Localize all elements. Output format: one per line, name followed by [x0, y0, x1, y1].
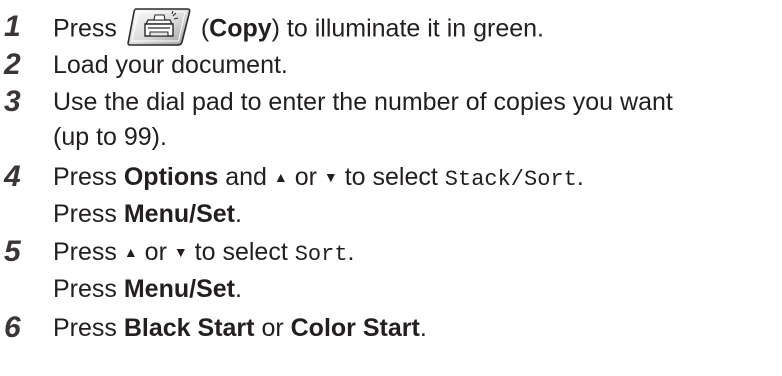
- lcd-text: Stack/Sort: [444, 167, 577, 192]
- down-arrow-icon: ▼: [173, 244, 188, 260]
- up-arrow-icon: ▲: [273, 169, 288, 185]
- step-text: Press (Copy) to illuminate it in green.: [53, 7, 544, 50]
- step-text: Load your document.: [53, 51, 288, 79]
- step-number: 4: [4, 160, 21, 193]
- step-text: Use the dial pad to enter the number of …: [53, 88, 673, 116]
- step-number: 2: [4, 48, 21, 81]
- down-arrow-icon: ▼: [323, 169, 338, 185]
- step-text: Press Black Start or Color Start.: [53, 314, 427, 342]
- step-number: 5: [4, 235, 21, 268]
- step-number: 6: [4, 311, 21, 344]
- step-text-continued: Press Menu/Set.: [53, 200, 242, 228]
- step-text-continued: (up to 99).: [53, 123, 167, 151]
- step-text: Press Options and ▲ or ▼ to select Stack…: [53, 163, 584, 192]
- copy-key-icon: [126, 7, 192, 47]
- step-number: 3: [4, 85, 21, 118]
- up-arrow-icon: ▲: [123, 244, 138, 260]
- lcd-text: Sort: [294, 242, 348, 267]
- step-text-continued: Press Menu/Set.: [53, 275, 242, 303]
- step-number: 1: [4, 10, 21, 43]
- step-text: Press ▲ or ▼ to select Sort.: [53, 238, 355, 267]
